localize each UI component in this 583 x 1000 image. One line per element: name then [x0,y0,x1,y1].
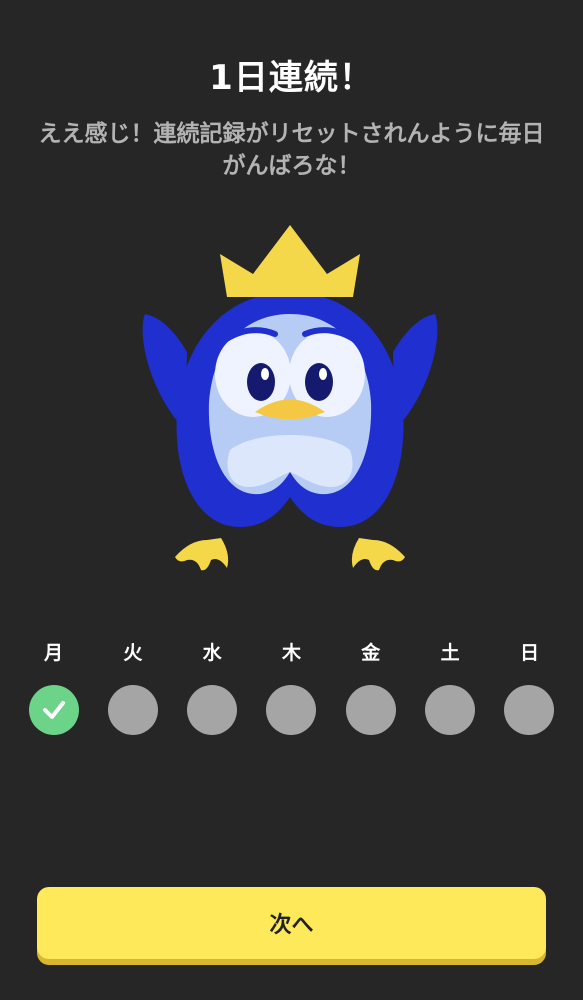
day-label: 土 [440,642,460,664]
day-pending-indicator [345,685,396,735]
day-pending-indicator [504,685,555,735]
day-label: 木 [281,642,301,664]
day-monday: 月 [14,638,93,735]
day-saturday: 土 [411,638,490,735]
day-friday: 金 [331,638,410,735]
streak-screen: 1日連続！ ええ感じ！連続記録がリセットされんように毎日がんばろな！ 月 火 水… [0,0,583,1000]
day-pending-indicator [266,685,317,735]
day-label: 月 [43,642,63,664]
day-label: 日 [519,642,539,664]
day-pending-indicator [425,685,476,735]
day-pending-indicator [187,685,238,735]
next-button[interactable]: 次へ [37,887,546,959]
day-sunday: 日 [490,638,569,735]
checkmark-icon [42,701,65,719]
penguin-king-icon [142,225,438,571]
page-title: 1日連続！ [209,58,374,98]
day-label: 水 [202,642,222,664]
day-completed-indicator [28,685,79,735]
day-label: 火 [123,642,143,664]
day-wednesday: 水 [173,638,252,735]
streak-message: ええ感じ！連続記録がリセットされんように毎日がんばろな！ [38,121,545,179]
day-pending-indicator [107,685,158,735]
weekly-streak-tracker: 月 火 水 木 金 土 日 [14,638,569,735]
day-label: 金 [361,642,381,664]
day-tuesday: 火 [93,638,172,735]
day-thursday: 木 [252,638,331,735]
